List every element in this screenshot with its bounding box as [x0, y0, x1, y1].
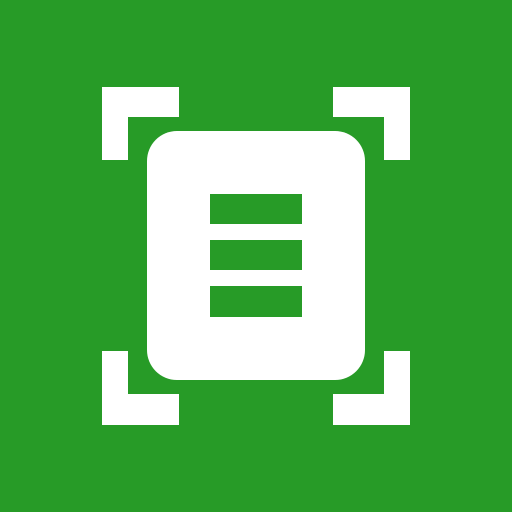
document-line: [210, 286, 302, 317]
document-line: [210, 194, 302, 224]
document-scanner-icon: [0, 0, 512, 512]
app-icon: [0, 0, 512, 512]
document-lines: [210, 194, 302, 317]
document-line: [210, 240, 302, 270]
